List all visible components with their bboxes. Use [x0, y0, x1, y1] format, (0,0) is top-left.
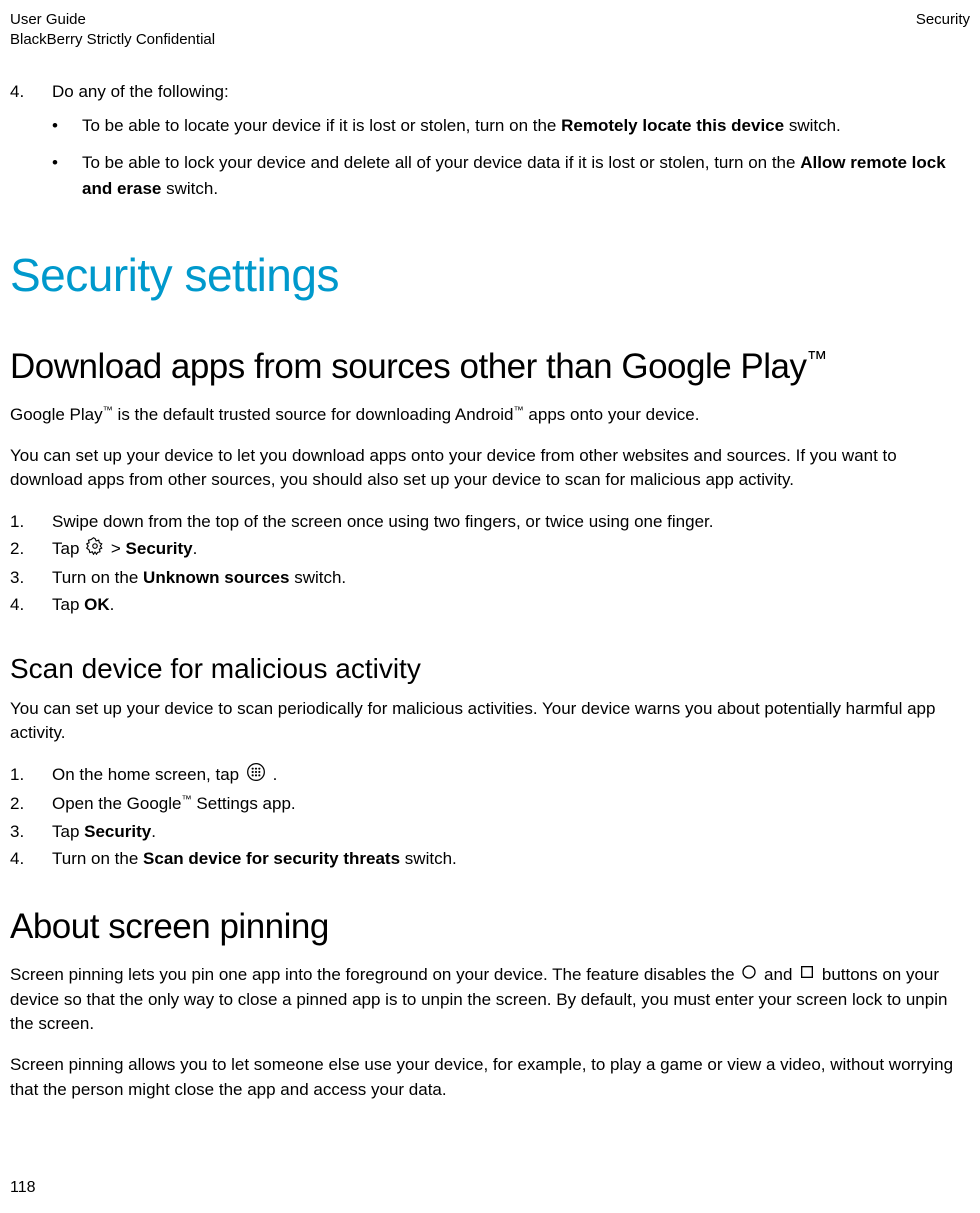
- step-intro: Do any of the following:: [52, 82, 229, 101]
- bullet-item: • To be able to lock your device and del…: [52, 150, 970, 201]
- step-number: 4.: [10, 846, 52, 872]
- confidential-label: BlackBerry Strictly Confidential: [10, 30, 215, 50]
- download-steps: 1. Swipe down from the top of the screen…: [10, 509, 970, 618]
- step-content: Do any of the following: • To be able to…: [52, 79, 970, 213]
- pinning-heading: About screen pinning: [10, 907, 970, 947]
- list-item: 1. Swipe down from the top of the screen…: [10, 509, 970, 535]
- list-item: 3. Tap Security.: [10, 819, 970, 845]
- step-text: On the home screen, tap: [52, 762, 970, 790]
- step-number: 2.: [10, 791, 52, 817]
- step-text: Tap Security.: [52, 819, 970, 845]
- step-number: 1.: [10, 762, 52, 790]
- step-number: 2.: [10, 536, 52, 562]
- step-text: Tap > Security.: [52, 536, 970, 562]
- bullet-mark: •: [52, 113, 82, 139]
- download-para1: Google Play™ is the default trusted sour…: [10, 403, 970, 428]
- step-text: Turn on the Scan device for security thr…: [52, 846, 970, 872]
- step-text: Swipe down from the top of the screen on…: [52, 509, 970, 535]
- square-icon: [799, 963, 815, 988]
- main-heading: Security settings: [10, 248, 970, 302]
- page-number: 118: [10, 1179, 36, 1197]
- bullet-text: To be able to locate your device if it i…: [82, 113, 841, 139]
- step-number: 3.: [10, 565, 52, 591]
- top-step-list: 4. Do any of the following: • To be able…: [10, 79, 970, 213]
- download-section: Download apps from sources other than Go…: [10, 347, 970, 618]
- circle-icon: [741, 963, 757, 988]
- download-heading: Download apps from sources other than Go…: [10, 347, 970, 387]
- step-number: 4.: [10, 592, 52, 618]
- scan-section: Scan device for malicious activity You c…: [10, 653, 970, 872]
- step-number: 3.: [10, 819, 52, 845]
- list-item: 4. Turn on the Scan device for security …: [10, 846, 970, 872]
- scan-heading: Scan device for malicious activity: [10, 653, 970, 685]
- settings-icon: [86, 537, 104, 563]
- step-text: Open the Google™ Settings app.: [52, 791, 970, 817]
- pinning-section: About screen pinning Screen pinning lets…: [10, 907, 970, 1102]
- pinning-para2: Screen pinning allows you to let someone…: [10, 1053, 970, 1102]
- list-item: 2. Tap > Security.: [10, 536, 970, 562]
- scan-steps: 1. On the home screen, tap: [10, 762, 970, 872]
- guide-label: User Guide: [10, 10, 215, 30]
- step-text: Tap OK.: [52, 592, 970, 618]
- list-item: 2. Open the Google™ Settings app.: [10, 791, 970, 817]
- list-item: 3. Turn on the Unknown sources switch.: [10, 565, 970, 591]
- download-para2: You can set up your device to let you do…: [10, 444, 970, 493]
- bullet-text: To be able to lock your device and delet…: [82, 150, 970, 201]
- header-right: Security: [916, 10, 970, 49]
- step-number: 1.: [10, 509, 52, 535]
- step-text: Turn on the Unknown sources switch.: [52, 565, 970, 591]
- list-item: 1. On the home screen, tap: [10, 762, 970, 790]
- step-4: 4. Do any of the following: • To be able…: [10, 79, 970, 213]
- bullet-list: • To be able to locate your device if it…: [52, 113, 970, 202]
- apps-icon: [246, 762, 266, 790]
- page-header: User Guide BlackBerry Strictly Confident…: [10, 10, 970, 49]
- bullet-item: • To be able to locate your device if it…: [52, 113, 970, 139]
- bullet-mark: •: [52, 150, 82, 201]
- pinning-para1: Screen pinning lets you pin one app into…: [10, 963, 970, 1037]
- list-item: 4. Tap OK.: [10, 592, 970, 618]
- section-label: Security: [916, 10, 970, 30]
- header-left: User Guide BlackBerry Strictly Confident…: [10, 10, 215, 49]
- scan-para: You can set up your device to scan perio…: [10, 697, 970, 746]
- step-number: 4.: [10, 79, 52, 213]
